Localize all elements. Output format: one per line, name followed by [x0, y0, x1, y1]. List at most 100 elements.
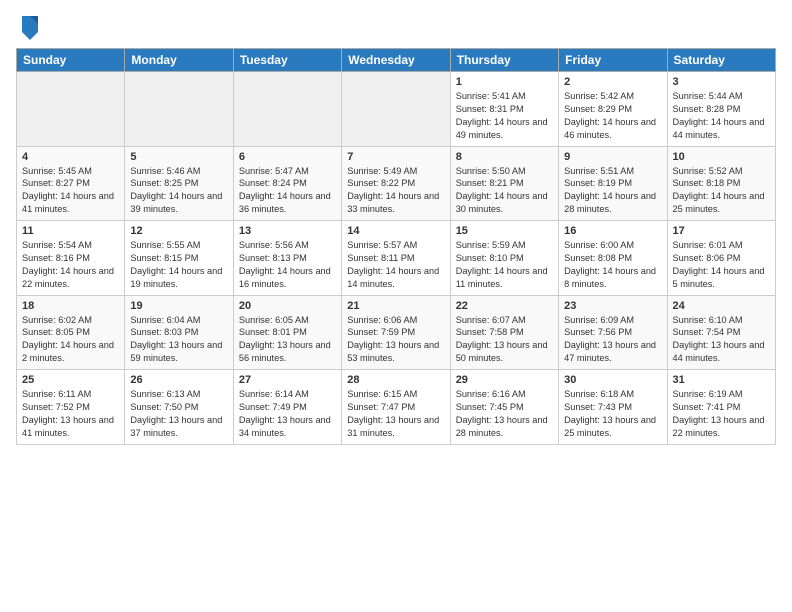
logo — [16, 16, 42, 40]
day-info: Sunrise: 5:47 AM Sunset: 8:24 PM Dayligh… — [239, 165, 336, 217]
day-info: Sunrise: 5:46 AM Sunset: 8:25 PM Dayligh… — [130, 165, 227, 217]
day-info: Sunrise: 5:51 AM Sunset: 8:19 PM Dayligh… — [564, 165, 661, 217]
day-cell: 8 Sunrise: 5:50 AM Sunset: 8:21 PM Daylig… — [450, 146, 558, 221]
day-cell: 5 Sunrise: 5:46 AM Sunset: 8:25 PM Daylig… — [125, 146, 233, 221]
day-info: Sunrise: 6:05 AM Sunset: 8:01 PM Dayligh… — [239, 314, 336, 366]
day-cell: 16 Sunrise: 6:00 AM Sunset: 8:08 PM Dayli… — [559, 221, 667, 296]
day-cell: 29Sunrise: 6:16 AM Sunset: 7:45 PM Dayli… — [450, 370, 558, 445]
day-number: 11 — [22, 225, 119, 237]
day-number: 9 — [564, 151, 661, 163]
calendar-table: SundayMondayTuesdayWednesdayThursdayFrid… — [16, 48, 776, 445]
day-number: 1 — [456, 76, 553, 88]
day-info: Sunrise: 5:42 AM Sunset: 8:29 PM Dayligh… — [564, 90, 661, 142]
day-cell: 6 Sunrise: 5:47 AM Sunset: 8:24 PM Daylig… — [233, 146, 341, 221]
day-info: Sunrise: 5:55 AM Sunset: 8:15 PM Dayligh… — [130, 239, 227, 291]
day-number: 6 — [239, 151, 336, 163]
day-cell: 30Sunrise: 6:18 AM Sunset: 7:43 PM Dayli… — [559, 370, 667, 445]
day-number: 28 — [347, 374, 444, 386]
col-header-tuesday: Tuesday — [233, 49, 341, 72]
day-cell: 20 Sunrise: 6:05 AM Sunset: 8:01 PM Dayli… — [233, 295, 341, 370]
col-header-thursday: Thursday — [450, 49, 558, 72]
day-number: 17 — [673, 225, 770, 237]
day-info: Sunrise: 6:09 AM Sunset: 7:56 PM Dayligh… — [564, 314, 661, 366]
week-row-0: 1 Sunrise: 5:41 AM Sunset: 8:31 PM Daylig… — [17, 72, 776, 147]
day-number: 12 — [130, 225, 227, 237]
day-cell: 28 Sunrise: 6:15 AM Sunset: 7:47 PM Dayli… — [342, 370, 450, 445]
day-number: 19 — [130, 300, 227, 312]
day-number: 13 — [239, 225, 336, 237]
day-cell: 1 Sunrise: 5:41 AM Sunset: 8:31 PM Daylig… — [450, 72, 558, 147]
day-cell — [125, 72, 233, 147]
day-info: Sunrise: 5:54 AM Sunset: 8:16 PM Dayligh… — [22, 239, 119, 291]
day-number: 25 — [22, 374, 119, 386]
day-number: 20 — [239, 300, 336, 312]
day-number: 3 — [673, 76, 770, 88]
day-number: 2 — [564, 76, 661, 88]
day-info: Sunrise: 5:59 AM Sunset: 8:10 PM Dayligh… — [456, 239, 553, 291]
day-cell: 7Sunrise: 5:49 AM Sunset: 8:22 PM Daylig… — [342, 146, 450, 221]
col-header-monday: Monday — [125, 49, 233, 72]
col-header-saturday: Saturday — [667, 49, 775, 72]
day-number: 26 — [130, 374, 227, 386]
day-info: Sunrise: 6:00 AM Sunset: 8:08 PM Dayligh… — [564, 239, 661, 291]
day-cell: 10 Sunrise: 5:52 AM Sunset: 8:18 PM Dayli… — [667, 146, 775, 221]
day-cell: 24 Sunrise: 6:10 AM Sunset: 7:54 PM Dayli… — [667, 295, 775, 370]
day-cell: 15 Sunrise: 5:59 AM Sunset: 8:10 PM Dayli… — [450, 221, 558, 296]
day-cell: 14 Sunrise: 5:57 AM Sunset: 8:11 PM Dayli… — [342, 221, 450, 296]
day-cell: 21Sunrise: 6:06 AM Sunset: 7:59 PM Dayli… — [342, 295, 450, 370]
col-header-sunday: Sunday — [17, 49, 125, 72]
day-info: Sunrise: 6:10 AM Sunset: 7:54 PM Dayligh… — [673, 314, 770, 366]
week-row-4: 25Sunrise: 6:11 AM Sunset: 7:52 PM Dayli… — [17, 370, 776, 445]
header-row: SundayMondayTuesdayWednesdayThursdayFrid… — [17, 49, 776, 72]
day-info: Sunrise: 6:15 AM Sunset: 7:47 PM Dayligh… — [347, 388, 444, 440]
day-cell: 12 Sunrise: 5:55 AM Sunset: 8:15 PM Dayli… — [125, 221, 233, 296]
day-info: Sunrise: 5:52 AM Sunset: 8:18 PM Dayligh… — [673, 165, 770, 217]
day-number: 16 — [564, 225, 661, 237]
day-cell: 17 Sunrise: 6:01 AM Sunset: 8:06 PM Dayli… — [667, 221, 775, 296]
day-info: Sunrise: 5:50 AM Sunset: 8:21 PM Dayligh… — [456, 165, 553, 217]
day-cell — [17, 72, 125, 147]
day-cell: 19Sunrise: 6:04 AM Sunset: 8:03 PM Dayli… — [125, 295, 233, 370]
day-number: 18 — [22, 300, 119, 312]
day-info: Sunrise: 6:14 AM Sunset: 7:49 PM Dayligh… — [239, 388, 336, 440]
day-cell: 23Sunrise: 6:09 AM Sunset: 7:56 PM Dayli… — [559, 295, 667, 370]
day-cell: 18 Sunrise: 6:02 AM Sunset: 8:05 PM Dayli… — [17, 295, 125, 370]
day-cell: 4 Sunrise: 5:45 AM Sunset: 8:27 PM Daylig… — [17, 146, 125, 221]
week-row-3: 18 Sunrise: 6:02 AM Sunset: 8:05 PM Dayli… — [17, 295, 776, 370]
week-row-2: 11 Sunrise: 5:54 AM Sunset: 8:16 PM Dayli… — [17, 221, 776, 296]
day-info: Sunrise: 6:02 AM Sunset: 8:05 PM Dayligh… — [22, 314, 119, 366]
day-info: Sunrise: 6:19 AM Sunset: 7:41 PM Dayligh… — [673, 388, 770, 440]
day-info: Sunrise: 5:49 AM Sunset: 8:22 PM Dayligh… — [347, 165, 444, 217]
day-cell: 27 Sunrise: 6:14 AM Sunset: 7:49 PM Dayli… — [233, 370, 341, 445]
day-number: 30 — [564, 374, 661, 386]
day-cell — [233, 72, 341, 147]
day-number: 10 — [673, 151, 770, 163]
day-number: 27 — [239, 374, 336, 386]
day-info: Sunrise: 5:45 AM Sunset: 8:27 PM Dayligh… — [22, 165, 119, 217]
week-row-1: 4 Sunrise: 5:45 AM Sunset: 8:27 PM Daylig… — [17, 146, 776, 221]
day-info: Sunrise: 5:41 AM Sunset: 8:31 PM Dayligh… — [456, 90, 553, 142]
day-number: 8 — [456, 151, 553, 163]
day-info: Sunrise: 5:44 AM Sunset: 8:28 PM Dayligh… — [673, 90, 770, 142]
day-info: Sunrise: 5:57 AM Sunset: 8:11 PM Dayligh… — [347, 239, 444, 291]
logo-icon — [18, 12, 42, 40]
day-number: 29 — [456, 374, 553, 386]
day-cell: 22 Sunrise: 6:07 AM Sunset: 7:58 PM Dayli… — [450, 295, 558, 370]
header — [16, 16, 776, 40]
day-cell: 11 Sunrise: 5:54 AM Sunset: 8:16 PM Dayli… — [17, 221, 125, 296]
day-info: Sunrise: 6:07 AM Sunset: 7:58 PM Dayligh… — [456, 314, 553, 366]
day-number: 4 — [22, 151, 119, 163]
day-cell: 9 Sunrise: 5:51 AM Sunset: 8:19 PM Daylig… — [559, 146, 667, 221]
day-info: Sunrise: 6:06 AM Sunset: 7:59 PM Dayligh… — [347, 314, 444, 366]
day-number: 5 — [130, 151, 227, 163]
day-number: 15 — [456, 225, 553, 237]
day-cell — [342, 72, 450, 147]
day-cell: 31Sunrise: 6:19 AM Sunset: 7:41 PM Dayli… — [667, 370, 775, 445]
day-cell: 13Sunrise: 5:56 AM Sunset: 8:13 PM Dayli… — [233, 221, 341, 296]
col-header-friday: Friday — [559, 49, 667, 72]
day-number: 22 — [456, 300, 553, 312]
day-info: Sunrise: 6:01 AM Sunset: 8:06 PM Dayligh… — [673, 239, 770, 291]
day-cell: 25Sunrise: 6:11 AM Sunset: 7:52 PM Dayli… — [17, 370, 125, 445]
day-number: 24 — [673, 300, 770, 312]
day-number: 14 — [347, 225, 444, 237]
